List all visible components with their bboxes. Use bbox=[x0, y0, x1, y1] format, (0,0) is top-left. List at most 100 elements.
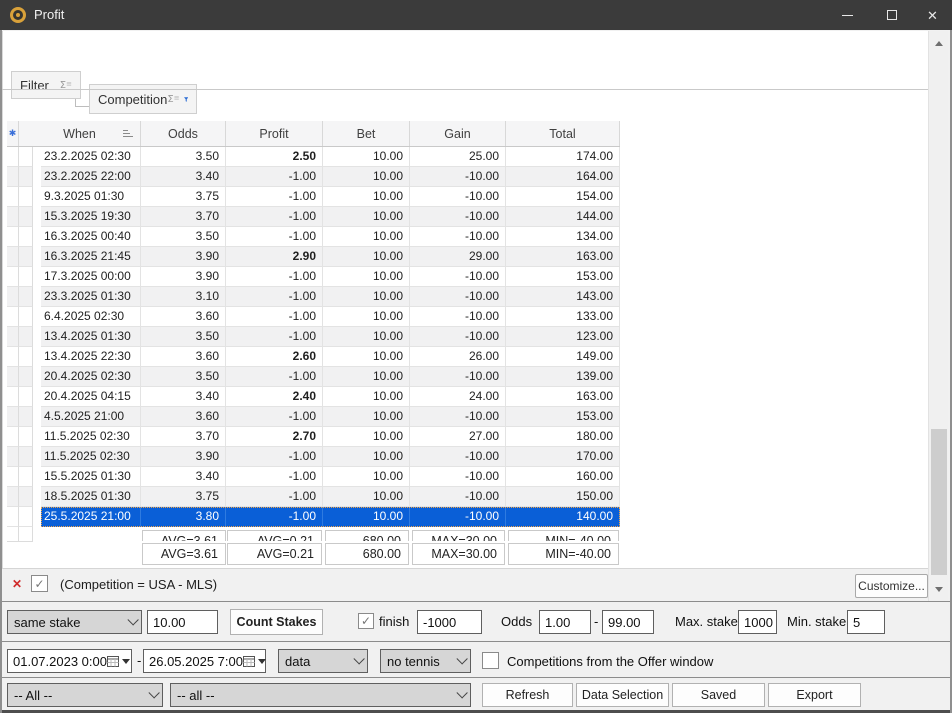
date-to-picker[interactable]: 26.05.2025 7:00 bbox=[143, 649, 266, 673]
cell-gain[interactable]: -10.00 bbox=[410, 267, 506, 287]
cell-profit[interactable]: 2.50 bbox=[226, 147, 323, 167]
cell-total[interactable]: 139.00 bbox=[506, 367, 620, 387]
cell-bet[interactable]: 10.00 bbox=[323, 187, 410, 207]
row-indicator-cell[interactable] bbox=[7, 347, 19, 367]
cell-when[interactable]: 16.3.2025 00:40 bbox=[41, 227, 141, 247]
table-row[interactable]: 23.2.2025 02:30 3.50 2.50 10.00 25.00 17… bbox=[7, 147, 620, 167]
cell-bet[interactable]: 10.00 bbox=[323, 307, 410, 327]
row-indicator-cell[interactable] bbox=[7, 187, 19, 207]
cell-odds[interactable]: 3.60 bbox=[141, 407, 226, 427]
cell-odds[interactable]: 3.40 bbox=[141, 387, 226, 407]
cell-bet[interactable]: 10.00 bbox=[323, 247, 410, 267]
cell-bet[interactable]: 10.00 bbox=[323, 347, 410, 367]
cell-profit[interactable]: -1.00 bbox=[226, 487, 323, 507]
max-stake-input[interactable]: 1000 bbox=[738, 610, 777, 634]
stake-value-input[interactable]: 10.00 bbox=[147, 610, 218, 634]
table-row[interactable]: 25.5.2025 21:00 3.80 -1.00 10.00 -10.00 … bbox=[7, 507, 620, 527]
cell-bet[interactable]: 10.00 bbox=[323, 287, 410, 307]
date-from-picker[interactable]: 01.07.2023 0:00 bbox=[7, 649, 132, 673]
cell-when[interactable]: 25.5.2025 21:00 bbox=[41, 507, 141, 527]
column-header-odds[interactable]: Odds bbox=[141, 121, 226, 146]
row-indent-cell[interactable] bbox=[19, 407, 33, 427]
cell-gain[interactable]: -10.00 bbox=[410, 407, 506, 427]
row-indicator-cell[interactable] bbox=[7, 447, 19, 467]
cell-profit[interactable]: -1.00 bbox=[226, 187, 323, 207]
row-indicator-cell[interactable] bbox=[7, 267, 19, 287]
row-indicator-cell[interactable] bbox=[7, 207, 19, 227]
table-row[interactable]: 20.4.2025 02:30 3.50 -1.00 10.00 -10.00 … bbox=[7, 367, 620, 387]
row-indicator-cell[interactable] bbox=[7, 407, 19, 427]
cell-gain[interactable]: 24.00 bbox=[410, 387, 506, 407]
cell-total[interactable]: 180.00 bbox=[506, 427, 620, 447]
table-row[interactable]: 15.3.2025 19:30 3.70 -1.00 10.00 -10.00 … bbox=[7, 207, 620, 227]
row-indent-cell[interactable] bbox=[19, 447, 33, 467]
cell-odds[interactable]: 3.50 bbox=[141, 367, 226, 387]
cell-total[interactable]: 163.00 bbox=[506, 247, 620, 267]
cell-profit[interactable]: -1.00 bbox=[226, 327, 323, 347]
finish-checkbox[interactable]: ✓ bbox=[358, 613, 374, 629]
cell-odds[interactable]: 3.60 bbox=[141, 307, 226, 327]
cell-odds[interactable]: 3.60 bbox=[141, 347, 226, 367]
row-indent-cell[interactable] bbox=[19, 167, 33, 187]
cell-odds[interactable]: 3.75 bbox=[141, 187, 226, 207]
cell-when[interactable]: 23.2.2025 02:30 bbox=[41, 147, 141, 167]
cell-bet[interactable]: 10.00 bbox=[323, 147, 410, 167]
row-indicator-cell[interactable] bbox=[7, 487, 19, 507]
table-row[interactable]: 16.3.2025 00:40 3.50 -1.00 10.00 -10.00 … bbox=[7, 227, 620, 247]
cell-when[interactable]: 20.4.2025 04:15 bbox=[41, 387, 141, 407]
filter-field-button[interactable]: Filter Σ bbox=[11, 71, 81, 99]
row-indicator-cell[interactable] bbox=[7, 167, 19, 187]
cell-when[interactable]: 6.4.2025 02:30 bbox=[41, 307, 141, 327]
cell-bet[interactable]: 10.00 bbox=[323, 167, 410, 187]
cell-gain[interactable]: -10.00 bbox=[410, 287, 506, 307]
table-row[interactable]: 20.4.2025 04:15 3.40 2.40 10.00 24.00 16… bbox=[7, 387, 620, 407]
cell-total[interactable]: 163.00 bbox=[506, 387, 620, 407]
row-indicator-cell[interactable] bbox=[7, 507, 19, 527]
cell-when[interactable]: 4.5.2025 21:00 bbox=[41, 407, 141, 427]
table-row[interactable]: 17.3.2025 00:00 3.90 -1.00 10.00 -10.00 … bbox=[7, 267, 620, 287]
row-indicator-header[interactable]: ✱ bbox=[7, 121, 19, 146]
column-header-profit[interactable]: Profit bbox=[226, 121, 323, 146]
cell-bet[interactable]: 10.00 bbox=[323, 367, 410, 387]
saved-button[interactable]: Saved bbox=[672, 683, 765, 707]
odds-max-input[interactable]: 99.00 bbox=[602, 610, 654, 634]
cell-when[interactable]: 15.5.2025 01:30 bbox=[41, 467, 141, 487]
cell-odds[interactable]: 3.90 bbox=[141, 247, 226, 267]
cell-odds[interactable]: 3.10 bbox=[141, 287, 226, 307]
cell-total[interactable]: 174.00 bbox=[506, 147, 620, 167]
table-row[interactable]: 4.5.2025 21:00 3.60 -1.00 10.00 -10.00 1… bbox=[7, 407, 620, 427]
cell-gain[interactable]: -10.00 bbox=[410, 327, 506, 347]
cell-odds[interactable]: 3.90 bbox=[141, 267, 226, 287]
row-indent-cell[interactable] bbox=[19, 387, 33, 407]
row-indent-cell[interactable] bbox=[19, 487, 33, 507]
cell-gain[interactable]: -10.00 bbox=[410, 487, 506, 507]
row-indent-cell[interactable] bbox=[19, 307, 33, 327]
row-indent-cell[interactable] bbox=[19, 467, 33, 487]
row-indent-cell[interactable] bbox=[19, 327, 33, 347]
cell-profit[interactable]: -1.00 bbox=[226, 267, 323, 287]
odds-min-input[interactable]: 1.00 bbox=[539, 610, 591, 634]
cell-bet[interactable]: 10.00 bbox=[323, 327, 410, 347]
row-indicator-cell[interactable] bbox=[7, 287, 19, 307]
table-row[interactable]: 11.5.2025 02:30 3.90 -1.00 10.00 -10.00 … bbox=[7, 447, 620, 467]
cell-gain[interactable]: 26.00 bbox=[410, 347, 506, 367]
cell-total[interactable]: 123.00 bbox=[506, 327, 620, 347]
column-header-total[interactable]: Total bbox=[506, 121, 620, 146]
refresh-button[interactable]: Refresh bbox=[482, 683, 573, 707]
cell-profit[interactable]: 2.90 bbox=[226, 247, 323, 267]
cell-gain[interactable]: -10.00 bbox=[410, 207, 506, 227]
cell-total[interactable]: 153.00 bbox=[506, 407, 620, 427]
cell-profit[interactable]: -1.00 bbox=[226, 207, 323, 227]
column-header-bet[interactable]: Bet bbox=[323, 121, 410, 146]
maximize-button[interactable] bbox=[870, 0, 913, 30]
cell-when[interactable]: 23.2.2025 22:00 bbox=[41, 167, 141, 187]
all2-filter-select[interactable]: -- all -- bbox=[170, 683, 471, 707]
row-indent-cell[interactable] bbox=[19, 247, 33, 267]
cell-bet[interactable]: 10.00 bbox=[323, 447, 410, 467]
cell-total[interactable]: 144.00 bbox=[506, 207, 620, 227]
cell-when[interactable]: 20.4.2025 02:30 bbox=[41, 367, 141, 387]
cell-profit[interactable]: -1.00 bbox=[226, 407, 323, 427]
cell-profit[interactable]: -1.00 bbox=[226, 467, 323, 487]
table-row[interactable]: 11.5.2025 02:30 3.70 2.70 10.00 27.00 18… bbox=[7, 427, 620, 447]
data-mode-select[interactable]: data bbox=[278, 649, 368, 673]
